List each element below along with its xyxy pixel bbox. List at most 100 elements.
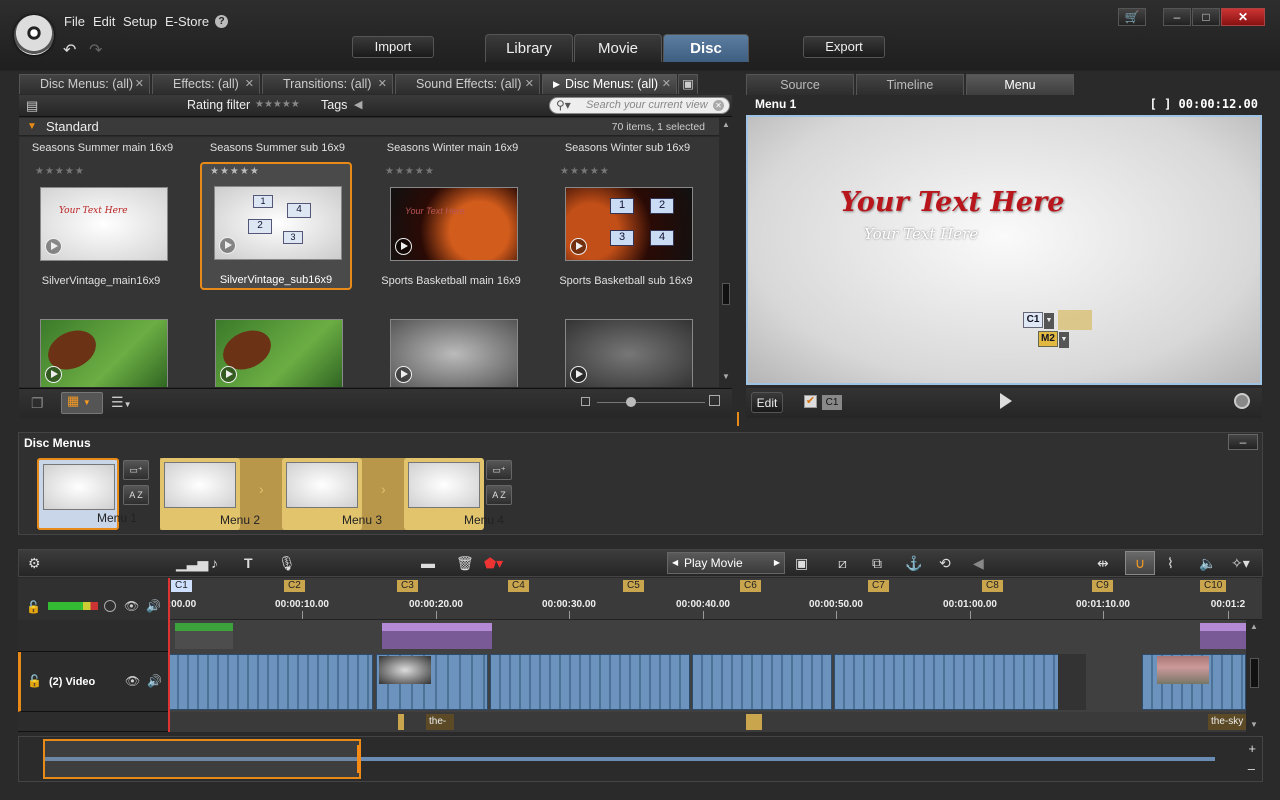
track-audio[interactable]: the- the-sky bbox=[168, 712, 1246, 732]
play-icon[interactable] bbox=[395, 366, 412, 383]
preview-title-text[interactable]: Your Text Here bbox=[840, 187, 1064, 218]
list-view-icon[interactable]: ☰▼ bbox=[111, 394, 131, 411]
keyframe-icon[interactable]: ⌇ bbox=[1167, 555, 1174, 572]
close-icon[interactable]: ✕ bbox=[245, 75, 254, 94]
scroll-thumb[interactable] bbox=[1250, 658, 1259, 688]
audio-clip[interactable]: the-sky bbox=[1208, 714, 1246, 730]
library-item-basketball-sub[interactable]: ★★★★★ 1 2 3 4 Sports Basketball sub 16x9 bbox=[550, 159, 702, 287]
title-icon[interactable]: T bbox=[244, 555, 253, 571]
chapter-marker[interactable]: C6 bbox=[740, 580, 761, 592]
video-clip[interactable] bbox=[490, 654, 690, 710]
link-icon[interactable]: ⚓ bbox=[905, 555, 922, 572]
scroll-up-icon[interactable]: ▲ bbox=[1250, 622, 1258, 631]
zoom-out-icon[interactable]: – bbox=[1248, 761, 1255, 776]
collapse-icon[interactable]: ▼ bbox=[27, 118, 37, 135]
settings-icon[interactable]: ⚙ bbox=[28, 555, 41, 572]
rating-filter-label[interactable]: Rating filter bbox=[187, 98, 250, 112]
marker-icon[interactable]: ⬟▾ bbox=[484, 555, 503, 572]
delete-icon[interactable]: 🗑 bbox=[456, 555, 474, 572]
overview-playhead[interactable] bbox=[357, 745, 361, 773]
razor-icon[interactable]: ▬ bbox=[421, 555, 435, 571]
speaker-icon[interactable]: 🔊 bbox=[146, 599, 161, 613]
app-logo[interactable] bbox=[14, 15, 54, 55]
checkbox[interactable]: ✔ bbox=[804, 395, 817, 408]
rating-stars[interactable]: ★★★★★ bbox=[385, 166, 435, 177]
play-icon[interactable] bbox=[220, 366, 237, 383]
chapter-marker[interactable]: C1 bbox=[171, 580, 192, 592]
play-movie-dropdown[interactable]: ◀ Play Movie ▶ bbox=[667, 552, 785, 574]
tab-menu[interactable]: Menu bbox=[966, 74, 1074, 95]
sort-az-button[interactable]: A Z bbox=[486, 485, 512, 505]
library-item-plain-sub[interactable] bbox=[565, 319, 693, 387]
play-icon[interactable] bbox=[570, 366, 587, 383]
button-c1-badge[interactable]: C1 bbox=[1023, 312, 1043, 328]
maximize-button[interactable]: □ bbox=[1192, 8, 1220, 26]
library-item-basketball-main[interactable]: ★★★★★ Your Text Here Sports Basketball m… bbox=[375, 159, 527, 287]
scroll-down-icon[interactable]: ▼ bbox=[1250, 720, 1258, 729]
back-icon[interactable]: ◀ bbox=[973, 555, 984, 572]
timeline-navigator[interactable]: + – bbox=[18, 736, 1263, 782]
timeline-scrollbar[interactable]: ▲ ▼ bbox=[1247, 620, 1262, 732]
play-icon[interactable] bbox=[570, 238, 587, 255]
chapter-marker[interactable]: C9 bbox=[1092, 580, 1113, 592]
menu-edit[interactable]: Edit bbox=[93, 14, 115, 29]
overview-viewport[interactable] bbox=[43, 739, 361, 779]
item-name[interactable]: Seasons Summer sub 16x9 bbox=[194, 142, 361, 154]
chapter-marker[interactable]: C7 bbox=[868, 580, 889, 592]
close-icon[interactable]: ✕ bbox=[525, 75, 534, 94]
library-item-plain-main[interactable] bbox=[390, 319, 518, 387]
group-header[interactable]: ▼ Standard 70 items, 1 selected bbox=[19, 118, 719, 136]
scorefitter-icon[interactable]: ♪ bbox=[211, 555, 218, 571]
thumb-size-handle[interactable] bbox=[626, 397, 636, 407]
link-menu-icon[interactable]: ▭⁺ bbox=[123, 460, 149, 480]
screen-icon[interactable]: ▣ bbox=[795, 555, 808, 572]
play-icon[interactable] bbox=[395, 238, 412, 255]
disc-burn-icon[interactable] bbox=[1234, 393, 1250, 409]
rating-stars[interactable]: ★★★★★ bbox=[210, 166, 260, 177]
search-input[interactable]: ⚲▾ Search your current view ✕ bbox=[549, 97, 730, 114]
chapter-marker[interactable]: C10 bbox=[1200, 580, 1227, 592]
disc-menu-4[interactable]: Menu 4 bbox=[404, 458, 504, 530]
clear-search-icon[interactable]: ✕ bbox=[713, 100, 724, 111]
audio-mixer-icon[interactable]: ▁▃▅ bbox=[176, 555, 208, 572]
lock-icon[interactable]: 🔓 bbox=[27, 674, 42, 688]
close-button[interactable]: ✕ bbox=[1221, 8, 1265, 26]
track-video[interactable] bbox=[168, 652, 1246, 712]
voiceover-icon[interactable]: 🎙 bbox=[278, 555, 296, 572]
lib-tab-disc-menus-active[interactable]: ▶ Disc Menus: (all) ✕ bbox=[542, 74, 677, 94]
rating-stars[interactable]: ★★★★★ bbox=[35, 166, 85, 177]
video-clip[interactable] bbox=[168, 654, 373, 710]
volume-icon[interactable]: 🔈 bbox=[1199, 555, 1216, 572]
sort-az-button[interactable]: A Z bbox=[123, 485, 149, 505]
search-icon[interactable]: ⚲▾ bbox=[556, 98, 571, 113]
disc-menu-2[interactable]: Menu 2 bbox=[160, 458, 260, 530]
video-clip[interactable] bbox=[834, 654, 1074, 710]
audio-clip[interactable]: the- bbox=[426, 714, 454, 730]
title-clip[interactable] bbox=[175, 623, 233, 649]
dropdown-icon[interactable]: ▼ bbox=[1059, 332, 1069, 348]
tag-icon[interactable]: ◀ bbox=[354, 98, 362, 111]
lock-icon[interactable]: 🔓 bbox=[26, 600, 41, 614]
library-scrollbar[interactable]: ▲ ▼ bbox=[720, 118, 732, 387]
chapter-marker[interactable]: C4 bbox=[508, 580, 529, 592]
lib-tab-disc-menus[interactable]: Disc Menus: (all) ✕ bbox=[19, 74, 150, 94]
scroll-down-icon[interactable]: ▼ bbox=[722, 372, 730, 381]
close-icon[interactable]: ✕ bbox=[135, 75, 144, 94]
rating-filter-stars[interactable]: ★★★★★ bbox=[255, 99, 300, 110]
collapse-button[interactable]: – bbox=[1228, 434, 1258, 450]
redo-icon[interactable]: ↷ bbox=[89, 40, 102, 60]
play-icon[interactable] bbox=[1000, 393, 1012, 409]
collection-icon[interactable]: ❐ bbox=[31, 395, 44, 412]
chapter-marker[interactable]: C3 bbox=[397, 580, 418, 592]
timeline-ruler[interactable]: C1 C2 C3 C4 C5 C6 C7 C8 C9 C10 :00.00 00:00:10.00 0… bbox=[168, 578, 1262, 620]
library-item-silvervintage-sub[interactable]: ★★★★★ 1 4 2 3 SilverVintage_sub16x9 bbox=[200, 162, 352, 290]
lib-tab-sound-effects[interactable]: Sound Effects: (all) ✕ bbox=[395, 74, 540, 94]
edit-button[interactable]: Edit bbox=[751, 392, 783, 413]
export-button[interactable]: Export bbox=[803, 36, 885, 58]
grid-view-button[interactable]: ▦ ▼ bbox=[61, 392, 103, 414]
item-name[interactable]: Seasons Winter sub 16x9 bbox=[544, 142, 711, 154]
item-name[interactable]: Seasons Winter main 16x9 bbox=[369, 142, 536, 154]
help-icon[interactable]: ? bbox=[215, 15, 228, 28]
library-item-silvervintage-main[interactable]: ★★★★★ Your Text Here SilverVintage_main1… bbox=[25, 159, 177, 287]
track-name[interactable]: (2) Video bbox=[49, 676, 95, 688]
